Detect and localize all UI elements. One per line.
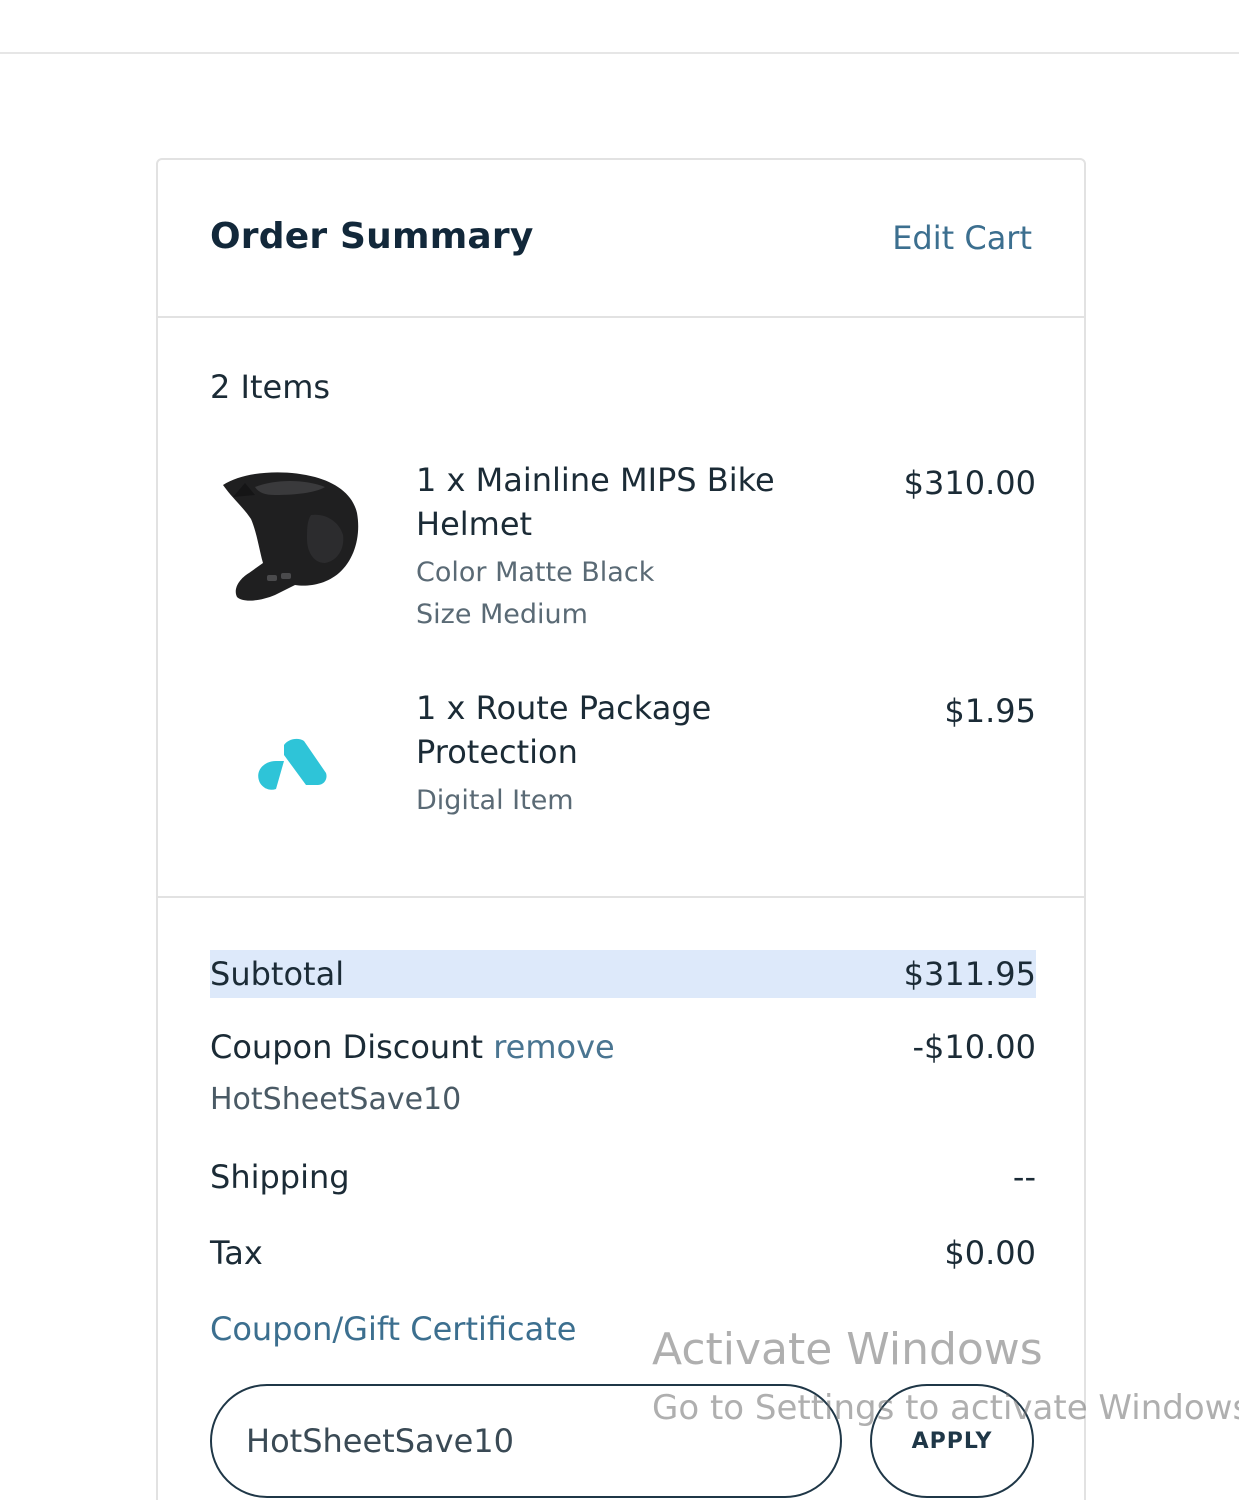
subtotal-value: $311.95 — [903, 955, 1036, 993]
coupon-discount-label-group: Coupon Discount remove — [210, 1028, 615, 1066]
shipping-label: Shipping — [210, 1158, 350, 1196]
item-option-size: Size Medium — [416, 599, 588, 630]
item-name: 1 x Mainline MIPS Bike Helmet — [416, 461, 775, 543]
item-price: $1.95 — [944, 692, 1036, 730]
tax-label: Tax — [210, 1234, 263, 1272]
item-option-color: Color Matte Black — [416, 557, 655, 588]
coupon-discount-label: Coupon Discount — [210, 1028, 484, 1066]
edit-cart-link[interactable]: Edit Cart — [892, 219, 1032, 257]
order-summary-header: Order Summary Edit Cart — [158, 160, 1084, 318]
coupon-discount-value: -$10.00 — [912, 1028, 1036, 1066]
apply-coupon-button[interactable]: APPLY — [870, 1384, 1034, 1498]
item-option-type: Digital Item — [416, 785, 574, 816]
order-summary-card: Order Summary Edit Cart 2 Items 1 x Main… — [156, 158, 1086, 1500]
shipping-row: Shipping -- — [210, 1158, 1036, 1196]
tax-row: Tax $0.00 — [210, 1234, 1036, 1272]
item-name: 1 x Route Package Protection — [416, 689, 712, 771]
route-logo-icon — [210, 686, 370, 846]
subtotal-label: Subtotal — [210, 955, 345, 993]
coupon-code-input[interactable] — [210, 1384, 842, 1498]
coupon-discount-row: Coupon Discount remove -$10.00 — [210, 1028, 1036, 1066]
item-details: 1 x Route Package Protection Digital Ite… — [416, 686, 836, 822]
header-divider — [0, 52, 1239, 54]
items-count: 2 Items — [210, 368, 331, 406]
shipping-value: -- — [1012, 1158, 1036, 1196]
subtotal-row: Subtotal $311.95 — [210, 950, 1036, 998]
item-price: $310.00 — [903, 464, 1036, 502]
cart-items-section: 2 Items 1 x Mainline MIPS Bike Helmet Co… — [158, 318, 1084, 898]
bike-helmet-icon — [210, 458, 370, 618]
coupon-gift-certificate-label: Coupon/Gift Certificate — [210, 1310, 577, 1348]
remove-coupon-link[interactable]: remove — [493, 1028, 615, 1066]
applied-coupon-code: HotSheetSave10 — [210, 1082, 462, 1117]
order-summary-title: Order Summary — [210, 215, 534, 257]
item-details: 1 x Mainline MIPS Bike Helmet Color Matt… — [416, 458, 836, 636]
tax-value: $0.00 — [944, 1234, 1036, 1272]
